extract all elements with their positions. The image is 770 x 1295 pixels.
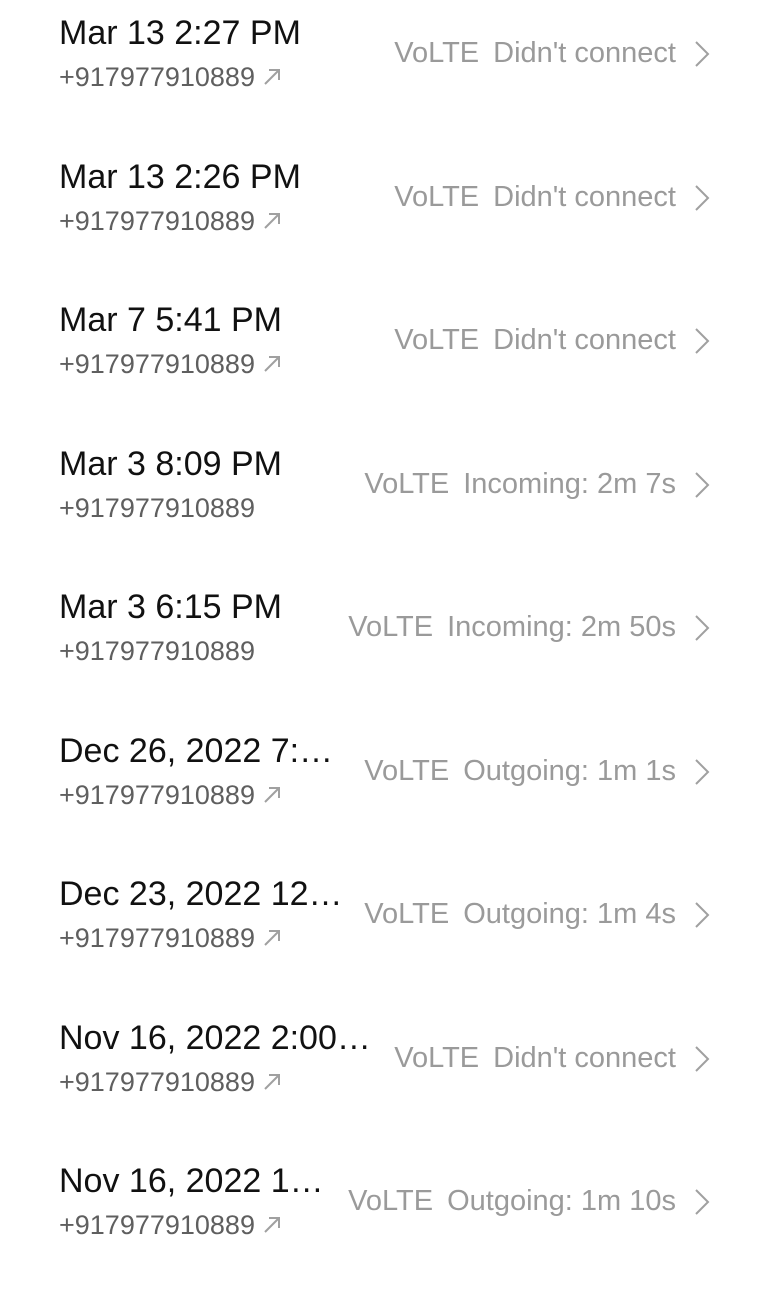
call-phone-number: +917977910889: [59, 492, 255, 524]
network-type-label: VoLTE: [394, 180, 480, 213]
call-meta: VoLTE Didn't connect: [394, 322, 676, 358]
outgoing-arrow-icon: [264, 212, 280, 229]
network-type-label: VoLTE: [394, 37, 480, 69]
call-status-label: Outgoing: 1m 4s: [463, 898, 676, 930]
call-phone-number: +917977910889: [59, 635, 255, 667]
call-log-row[interactable]: Mar 13 2:27 PM +917977910889 VoLTE Didn't c…: [0, 4, 770, 147]
call-phone-number: +917977910889: [59, 922, 283, 954]
outgoing-arrow-icon: [264, 69, 280, 85]
call-meta: VoLTE Incoming: 2m 50s: [348, 609, 676, 645]
call-datetime: Mar 3 6:15 PM: [59, 588, 282, 626]
phone-number-text: +917977910889: [59, 62, 255, 92]
chevron-right-icon[interactable]: [692, 901, 712, 929]
call-meta: VoLTE Incoming: 2m 7s: [364, 466, 676, 502]
network-type-label: VoLTE: [394, 1041, 480, 1074]
call-meta: VoLTE Outgoing: 1m 4s: [364, 896, 676, 932]
chevron-right-icon[interactable]: [692, 471, 712, 499]
outgoing-arrow-icon: [264, 786, 280, 803]
call-status-label: Outgoing: 1m 1s: [463, 754, 676, 787]
network-type-label: VoLTE: [364, 754, 450, 787]
outgoing-arrow-icon: [264, 356, 280, 372]
call-phone-number: +917977910889: [59, 1209, 283, 1241]
call-datetime: Nov 16, 2022 2:00…: [59, 1018, 371, 1057]
network-type-label: VoLTE: [348, 611, 434, 643]
chevron-right-icon[interactable]: [692, 184, 712, 212]
call-meta: VoLTE Didn't connect: [394, 1040, 676, 1076]
network-type-label: VoLTE: [364, 898, 450, 930]
phone-number-text: +917977910889: [59, 636, 255, 666]
call-meta: VoLTE Outgoing: 1m 1s: [364, 753, 676, 789]
phone-number-text: +917977910889: [59, 1210, 255, 1240]
call-phone-number: +917977910889: [59, 1066, 283, 1098]
call-log-row[interactable]: Dec 23, 2022 12… +917977910889 VoLTE Outgoi…: [0, 865, 770, 1008]
call-log-row[interactable]: Nov 16, 2022 1… +917977910889 VoLTE Outgoin…: [0, 1152, 770, 1295]
call-datetime: Mar 13 2:27 PM: [59, 14, 301, 52]
call-status-label: Didn't connect: [493, 180, 676, 213]
phone-number-text: +917977910889: [59, 205, 255, 236]
phone-number-text: +917977910889: [59, 923, 255, 953]
phone-number-text: +917977910889: [59, 1066, 255, 1097]
network-type-label: VoLTE: [364, 467, 450, 500]
call-status-label: Incoming: 2m 50s: [447, 611, 676, 643]
call-log-row[interactable]: Dec 26, 2022 7:… +917977910889 VoLTE Outgoi…: [0, 722, 770, 865]
chevron-right-icon[interactable]: [692, 614, 712, 642]
chevron-right-icon[interactable]: [692, 40, 712, 68]
chevron-right-icon[interactable]: [692, 758, 712, 786]
call-phone-number: +917977910889: [59, 779, 283, 811]
call-meta: VoLTE Didn't connect: [394, 35, 676, 71]
outgoing-arrow-icon: [264, 1073, 280, 1090]
call-phone-number: +917977910889: [59, 61, 283, 93]
call-meta: VoLTE Didn't connect: [394, 179, 676, 215]
call-log-row[interactable]: Mar 7 5:41 PM +917977910889 VoLTE Didn't co…: [0, 291, 770, 434]
call-status-label: Outgoing: 1m 10s: [447, 1185, 676, 1217]
call-datetime: Dec 26, 2022 7:…: [59, 731, 334, 770]
chevron-right-icon[interactable]: [692, 1188, 712, 1216]
chevron-right-icon[interactable]: [692, 327, 712, 355]
call-datetime: Mar 7 5:41 PM: [59, 301, 282, 339]
outgoing-arrow-icon: [264, 1217, 280, 1233]
call-meta: VoLTE Outgoing: 1m 10s: [348, 1183, 676, 1219]
call-datetime: Nov 16, 2022 1…: [59, 1162, 324, 1200]
call-log-row[interactable]: Mar 3 8:09 PM +917977910889 VoLTE Incoming:…: [0, 435, 770, 578]
call-status-label: Didn't connect: [493, 324, 676, 356]
call-datetime: Mar 3 8:09 PM: [59, 444, 282, 483]
network-type-label: VoLTE: [394, 324, 480, 356]
phone-number-text: +917977910889: [59, 492, 255, 523]
call-log-row[interactable]: Mar 13 2:26 PM +917977910889 VoLTE Didn't c…: [0, 148, 770, 291]
call-datetime: Mar 13 2:26 PM: [59, 157, 301, 196]
phone-number-text: +917977910889: [59, 779, 255, 810]
phone-number-text: +917977910889: [59, 349, 255, 379]
call-status-label: Didn't connect: [493, 37, 676, 69]
call-datetime: Dec 23, 2022 12…: [59, 875, 343, 913]
call-status-label: Incoming: 2m 7s: [463, 467, 676, 500]
call-phone-number: +917977910889: [59, 205, 283, 237]
call-log-row[interactable]: Nov 16, 2022 2:00… +917977910889 VoLTE Didn…: [0, 1009, 770, 1152]
call-status-label: Didn't connect: [493, 1041, 676, 1074]
call-phone-number: +917977910889: [59, 348, 283, 380]
outgoing-arrow-icon: [264, 930, 280, 946]
call-log-row[interactable]: Mar 3 6:15 PM +917977910889 VoLTE Incoming:…: [0, 578, 770, 721]
chevron-right-icon[interactable]: [692, 1045, 712, 1073]
network-type-label: VoLTE: [348, 1185, 434, 1217]
